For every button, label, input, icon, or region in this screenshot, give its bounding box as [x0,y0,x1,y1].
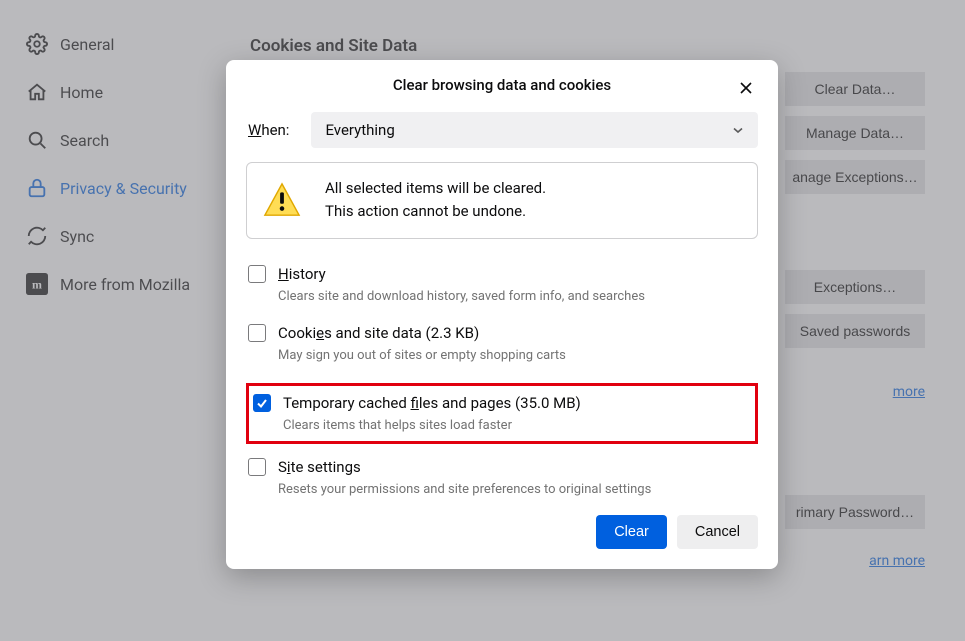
warning-icon [263,181,301,219]
cookies-checkbox[interactable] [248,324,266,342]
clear-data-dialog: Clear browsing data and cookies When: Ev… [226,60,778,569]
site-label: Site settings [278,458,361,476]
when-select-value: Everything [325,121,394,139]
warning-box: All selected items will be cleared. This… [246,162,758,239]
warning-line2: This action cannot be undone. [325,200,546,223]
close-icon[interactable] [734,76,758,100]
cache-label: Temporary cached files and pages (35.0 M… [283,394,581,412]
cache-desc: Clears items that helps sites load faste… [283,418,753,433]
cancel-button[interactable]: Cancel [677,515,758,549]
chevron-down-icon [732,124,744,136]
history-desc: Clears site and download history, saved … [278,289,758,304]
dialog-title: Clear browsing data and cookies [393,76,611,94]
when-select[interactable]: Everything [311,112,758,148]
cookies-label: Cookies and site data (2.3 KB) [278,324,479,342]
clear-button[interactable]: Clear [596,515,667,549]
history-label: History [278,265,326,283]
when-label: When: [246,121,289,139]
cookies-desc: May sign you out of sites or empty shopp… [278,348,758,363]
warning-line1: All selected items will be cleared. [325,177,546,200]
highlight-box: Temporary cached files and pages (35.0 M… [246,383,758,444]
site-desc: Resets your permissions and site prefere… [278,482,758,497]
site-checkbox[interactable] [248,458,266,476]
history-checkbox[interactable] [248,265,266,283]
cache-checkbox[interactable] [253,394,271,412]
